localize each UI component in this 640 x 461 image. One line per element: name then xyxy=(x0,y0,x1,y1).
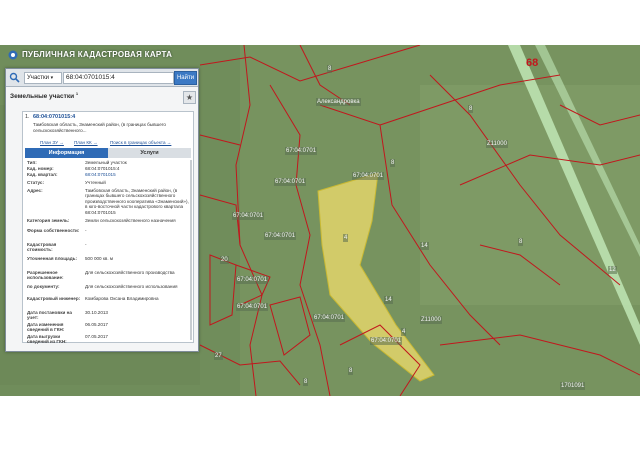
info-tabs: Информация Услуги xyxy=(25,148,191,158)
map-label: 67:04:0701 xyxy=(370,337,403,345)
tab-info[interactable]: Информация xyxy=(25,148,108,158)
map-label: 14 xyxy=(420,242,429,250)
search-type-select[interactable]: Участки ▾ xyxy=(24,72,62,84)
result-index: 1. xyxy=(25,114,30,120)
map-label: 12 xyxy=(608,266,617,274)
result-links: План ЗУ → План КК → Поиск в границах объ… xyxy=(40,140,190,147)
result-id-link[interactable]: 68:04:0701015:4 xyxy=(33,114,75,120)
map-label: 27 xyxy=(214,352,223,360)
map-label: 4 xyxy=(401,328,407,336)
map-label: Z11000 xyxy=(420,316,442,324)
result-card: 1. 68:04:0701015:4 Тамбовская область, З… xyxy=(22,111,194,344)
map-title: ПУБЛИЧНАЯ КАДАСТРОВАЯ КАРТА xyxy=(22,50,173,59)
map-label: 8 xyxy=(348,367,354,375)
result-count: 1 xyxy=(75,91,79,96)
section-title: Земельные участки 1 xyxy=(10,91,78,100)
map-label: 8 xyxy=(390,159,396,167)
plan-kk-link[interactable]: План КК → xyxy=(74,140,98,145)
map-label: 4 xyxy=(343,234,349,242)
favorite-star-icon[interactable]: ★ xyxy=(183,91,196,104)
search-icon[interactable] xyxy=(9,72,20,83)
map-label: 67:04:0701 xyxy=(352,172,385,180)
map-label: 8 xyxy=(303,378,309,386)
map-label: 14 xyxy=(384,296,393,304)
search-button[interactable]: Найти xyxy=(174,71,197,85)
map-label: 67:04:0701 xyxy=(232,212,265,220)
map-label: 8 xyxy=(327,65,333,73)
map-label: 1701091 xyxy=(560,382,586,390)
scrollbar[interactable] xyxy=(190,160,192,340)
map-label: 67:04:0701 xyxy=(264,232,297,240)
map-label: 8 xyxy=(468,105,474,113)
search-within-link[interactable]: Поиск в границах объекта → xyxy=(110,140,171,145)
tab-services[interactable]: Услуги xyxy=(108,148,191,158)
map-label: 67:04:0701 xyxy=(313,314,346,322)
map-label: 20 xyxy=(220,256,229,264)
result-description: Тамбовская область, Знаменский район, (в… xyxy=(33,122,166,133)
map-label: 8 xyxy=(518,238,524,246)
map-label: 67:04:0701 xyxy=(274,178,307,186)
map-label: 67:04:0701 xyxy=(236,276,269,284)
search-type-label: Участки xyxy=(27,75,49,81)
map-label: Z11000 xyxy=(486,140,508,148)
map-label: 67:04:0701 xyxy=(285,147,318,155)
chevron-down-icon: ▾ xyxy=(50,75,54,81)
search-input[interactable]: 68:04:0701015:4 xyxy=(63,72,174,84)
plan-zu-link[interactable]: План ЗУ → xyxy=(40,140,64,145)
map-label: Александровка xyxy=(316,98,361,106)
search-bar: Участки ▾ 68:04:0701015:4 Найти xyxy=(6,69,198,87)
search-panel: Участки ▾ 68:04:0701015:4 Найти Земельны… xyxy=(5,68,199,352)
section-title-label: Земельные участки xyxy=(10,93,75,101)
region-number: 68 xyxy=(526,57,539,69)
map-label: 67:04:0701 xyxy=(236,303,269,311)
